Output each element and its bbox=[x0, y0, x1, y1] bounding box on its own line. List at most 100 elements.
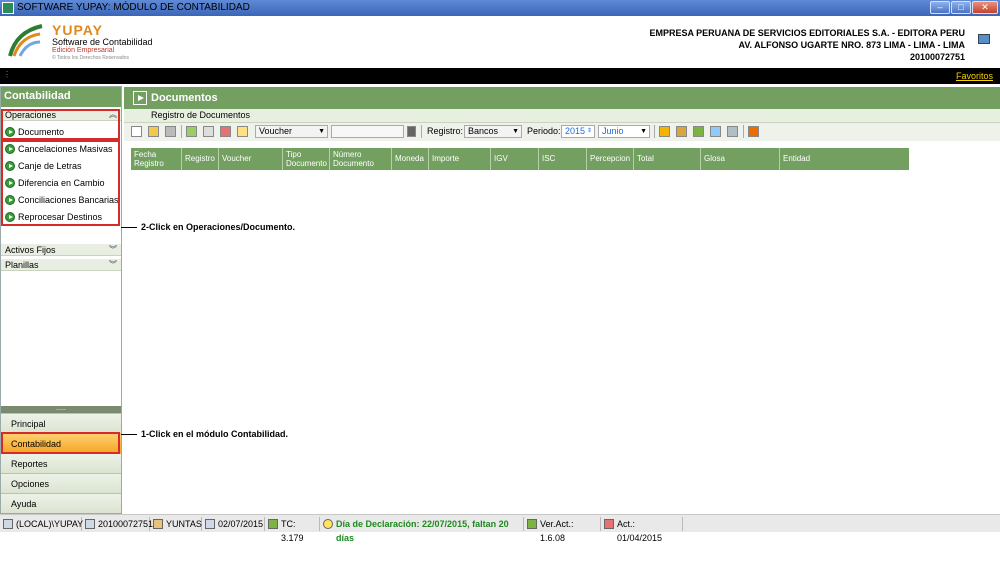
voucher-search-input[interactable] bbox=[331, 125, 404, 138]
company-address: AV. ALFONSO UGARTE NRO. 873 LIMA - LIMA … bbox=[738, 40, 965, 50]
exit-icon[interactable] bbox=[748, 126, 759, 137]
process-icon[interactable] bbox=[659, 126, 670, 137]
add-icon[interactable] bbox=[186, 126, 197, 137]
status-tc-text: TC: 3.179 bbox=[281, 519, 304, 543]
documents-grid-header: Fecha Registro Registro Voucher Tipo Docum… bbox=[131, 148, 909, 170]
column-igv[interactable]: IGV bbox=[491, 148, 539, 170]
section-activos-fijos-label: Activos Fijos bbox=[5, 245, 56, 255]
column-numero-documento[interactable]: Número Documento bbox=[330, 148, 392, 170]
report-icon[interactable] bbox=[237, 126, 248, 137]
column-percepcion[interactable]: Percepcion bbox=[587, 148, 634, 170]
company-name: EMPRESA PERUANA DE SERVICIOS EDITORIALES… bbox=[649, 28, 965, 38]
voucher-select-value: Voucher bbox=[259, 126, 293, 136]
annotation-step-1: 1-Click en el módulo Contabilidad. bbox=[141, 429, 289, 439]
column-moneda[interactable]: Moneda bbox=[392, 148, 429, 170]
status-version-text: Ver.Act.: 1.6.08 bbox=[540, 519, 574, 543]
status-act-text: Act.: 01/04/2015 bbox=[617, 519, 663, 543]
month-select[interactable]: Junio ▼ bbox=[598, 125, 650, 138]
status-declaracion: Día de Declaración: 22/07/2015, faltan 2… bbox=[322, 517, 524, 543]
column-glosa[interactable]: Glosa bbox=[701, 148, 780, 170]
money-icon[interactable] bbox=[693, 126, 704, 137]
status-server: (LOCAL)\YUPAY bbox=[2, 517, 84, 531]
brand-copyright: © Todos los Derechos Reservados bbox=[52, 55, 129, 61]
section-activos-fijos[interactable]: Activos Fijos ︾ bbox=[1, 244, 121, 256]
module-ayuda[interactable]: Ayuda bbox=[1, 493, 121, 513]
server-icon bbox=[3, 519, 13, 529]
window-title: SOFTWARE YUPAY: MÓDULO DE CONTABILIDAD bbox=[17, 2, 250, 13]
company-ruc: 20100072751 bbox=[909, 52, 965, 62]
binoculars-icon[interactable] bbox=[407, 126, 416, 137]
minimize-button[interactable]: – bbox=[930, 1, 950, 14]
registro-select[interactable]: Bancos ▼ bbox=[464, 125, 522, 138]
delete-icon[interactable] bbox=[165, 126, 176, 137]
dropdown-arrow-icon: ▼ bbox=[318, 128, 325, 135]
edit-icon[interactable] bbox=[148, 126, 159, 137]
balance-icon[interactable] bbox=[676, 126, 687, 137]
column-total[interactable]: Total bbox=[634, 148, 701, 170]
close-button[interactable]: ✕ bbox=[972, 1, 998, 14]
document-list-icon[interactable] bbox=[727, 126, 738, 137]
column-entidad[interactable]: Entidad bbox=[780, 148, 909, 170]
module-principal[interactable]: Principal bbox=[1, 413, 121, 433]
documents-header: Documentos bbox=[124, 87, 1000, 109]
status-bar: (LOCAL)\YUPAY 20100072751 YUNTAS 02/07/2… bbox=[0, 514, 1000, 543]
year-value: 2015 bbox=[565, 126, 586, 136]
documents-toolbar: Voucher ▼ Registro: Bancos ▼ Periodo: 2015… bbox=[124, 123, 1000, 141]
calendar-icon bbox=[205, 519, 215, 529]
column-tipo-documento[interactable]: Tipo Documento bbox=[283, 148, 330, 170]
column-isc[interactable]: ISC bbox=[539, 148, 587, 170]
config-icon[interactable] bbox=[978, 34, 990, 44]
status-ruc-text: 20100072751 bbox=[98, 519, 154, 529]
print-icon[interactable] bbox=[203, 126, 214, 137]
maximize-button[interactable]: □ bbox=[951, 1, 971, 14]
column-label: Moneda bbox=[395, 154, 424, 163]
new-document-icon[interactable] bbox=[131, 126, 142, 137]
module-reportes[interactable]: Reportes bbox=[1, 453, 121, 473]
column-registro[interactable]: Registro bbox=[182, 148, 219, 170]
status-tc: TC: 3.179 bbox=[267, 517, 320, 543]
column-label: Fecha bbox=[134, 150, 157, 159]
spin-icon[interactable]: ⇕ bbox=[587, 126, 592, 137]
toolbar-separator bbox=[421, 125, 422, 138]
highlight-documento-box bbox=[1, 109, 120, 140]
column-label: Importe bbox=[432, 154, 460, 163]
column-importe[interactable]: Importe bbox=[429, 148, 491, 170]
documents-title: Documentos bbox=[151, 92, 218, 104]
panel-splitter[interactable]: ..... bbox=[1, 405, 121, 413]
column-label: Percepcion bbox=[590, 154, 631, 163]
column-label: Glosa bbox=[704, 154, 725, 163]
voucher-select[interactable]: Voucher ▼ bbox=[255, 125, 328, 138]
user-icon bbox=[153, 519, 163, 529]
column-voucher[interactable]: Voucher bbox=[219, 148, 283, 170]
year-stepper[interactable]: 2015 ⇕ bbox=[561, 125, 595, 138]
favoritos-link[interactable]: Favoritos bbox=[956, 71, 993, 81]
month-select-value: Junio bbox=[602, 126, 624, 136]
chevron-down-icon[interactable]: ︾ bbox=[109, 259, 117, 270]
column-label: Número bbox=[333, 150, 362, 159]
status-user-text: YUNTAS bbox=[166, 519, 202, 529]
title-bar: SOFTWARE YUPAY: MÓDULO DE CONTABILIDAD –… bbox=[0, 0, 1000, 16]
registro-label: Registro: bbox=[427, 126, 464, 136]
calendar-icon[interactable] bbox=[220, 126, 231, 137]
check-icon bbox=[527, 519, 537, 529]
status-date-text: 02/07/2015 bbox=[218, 519, 264, 529]
toolbar-separator bbox=[181, 125, 182, 138]
column-fecha-registro[interactable]: Fecha Registro bbox=[131, 148, 182, 170]
column-label: IGV bbox=[494, 154, 508, 163]
status-user: YUNTAS bbox=[152, 517, 202, 531]
sidebar-title: Contabilidad bbox=[1, 87, 121, 107]
column-label: Documento bbox=[286, 159, 327, 168]
module-opciones[interactable]: Opciones bbox=[1, 473, 121, 493]
export-icon[interactable] bbox=[710, 126, 721, 137]
section-planillas[interactable]: Planillas ︾ bbox=[1, 259, 121, 271]
brand-subtitle: Software de Contabilidad bbox=[52, 37, 153, 47]
column-label: Total bbox=[637, 154, 654, 163]
highlight-contabilidad-box bbox=[1, 432, 120, 454]
chevron-down-icon[interactable]: ︾ bbox=[109, 244, 117, 255]
column-label: Voucher bbox=[222, 154, 252, 163]
dropdown-arrow-icon: ▼ bbox=[640, 128, 647, 135]
column-label: Tipo bbox=[286, 150, 302, 159]
status-server-text: (LOCAL)\YUPAY bbox=[16, 519, 84, 529]
annotation-line-1 bbox=[121, 434, 137, 435]
column-label: Registro bbox=[134, 159, 164, 168]
